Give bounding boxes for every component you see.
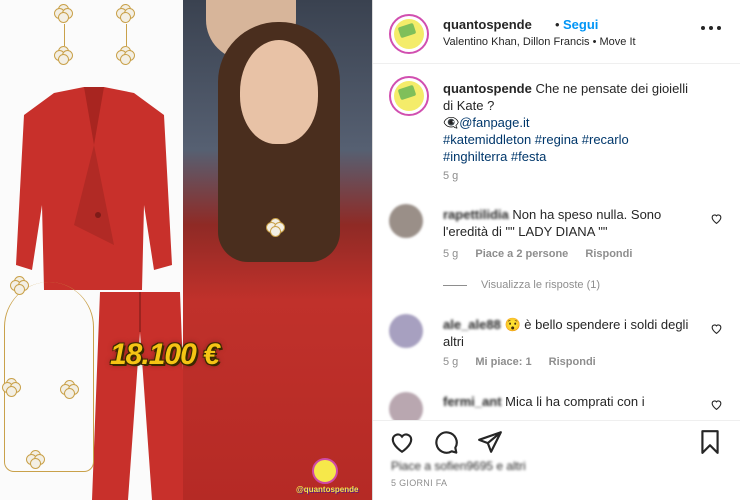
author-username[interactable]: quantospende bbox=[443, 17, 532, 32]
price-overlay: 18.100 € bbox=[110, 338, 220, 371]
face-shape bbox=[240, 40, 318, 144]
comment-likes[interactable]: Piace a 2 persone bbox=[475, 248, 568, 260]
watermark-logo bbox=[312, 458, 338, 484]
comment-likes[interactable]: Mi piace: 1 bbox=[475, 356, 531, 368]
commenter-username[interactable]: rapettilidia bbox=[443, 207, 509, 222]
reply-button[interactable]: Rispondi bbox=[585, 248, 632, 260]
comment-body: Mica li ha comprati con i bbox=[505, 394, 645, 409]
bookmark-icon[interactable] bbox=[697, 429, 723, 455]
source-icon: 👁️‍🗨️ bbox=[443, 115, 460, 130]
comment-meta: 5 g Mi piace: 1 Rispondi bbox=[443, 356, 596, 368]
necklace-image bbox=[4, 282, 94, 472]
post-actions: Piace a sofien9695 e altri 5 GIORNI FA bbox=[373, 420, 740, 500]
caption-text: quantospende Che ne pensate dei gioielli… bbox=[443, 80, 688, 165]
commenter-avatar[interactable] bbox=[389, 204, 423, 238]
caption-time: 5 g bbox=[443, 170, 459, 182]
earring-left-image bbox=[50, 2, 78, 76]
necklace-clover-right bbox=[60, 380, 80, 400]
post-side-panel: quantospende • Segui Valentino Khan, Dil… bbox=[372, 0, 740, 500]
source-link[interactable]: @fanpage.it bbox=[459, 115, 529, 130]
post-media[interactable]: 18.100 € @quantospende bbox=[0, 0, 372, 500]
follow-button[interactable]: Segui bbox=[563, 17, 598, 32]
audio-track[interactable]: Valentino Khan, Dillon Francis • Move It bbox=[443, 36, 636, 48]
hashtags-line-1[interactable]: #katemiddleton #regina #recarlo bbox=[443, 132, 629, 147]
necklace-clover-top bbox=[10, 276, 30, 296]
hashtags-line-2[interactable]: #inghilterra #festa bbox=[443, 149, 546, 164]
header-separator: • bbox=[555, 17, 560, 32]
caption-username[interactable]: quantospende bbox=[443, 81, 532, 96]
necklace-clover-bottom bbox=[26, 450, 46, 470]
watermark: @quantospende bbox=[296, 458, 359, 498]
comment-meta: 5 g Piace a 2 persone Rispondi bbox=[443, 248, 632, 260]
comment-emoji: 😯 bbox=[504, 317, 521, 332]
post-header: quantospende • Segui Valentino Khan, Dil… bbox=[373, 0, 740, 64]
comment-time: 5 g bbox=[443, 356, 459, 368]
comment-time: 5 g bbox=[443, 248, 459, 260]
heart-icon[interactable] bbox=[389, 429, 415, 455]
comment-text: fermi_ant Mica li ha comprati con i bbox=[443, 393, 693, 410]
comment-text: ale_ale88 😯 è bello spendere i soldi deg… bbox=[443, 316, 693, 350]
commenter-username[interactable]: fermi_ant bbox=[443, 394, 502, 409]
red-jacket-image bbox=[16, 87, 172, 290]
more-options-icon[interactable] bbox=[701, 26, 723, 32]
commenter-avatar[interactable] bbox=[389, 314, 423, 348]
view-replies-label: Visualizza le risposte (1) bbox=[481, 279, 601, 291]
comment-text: rapettilidia Non ha speso nulla. Sono l'… bbox=[443, 206, 693, 240]
necklace-clover-mid bbox=[2, 378, 22, 398]
author-avatar[interactable] bbox=[389, 14, 429, 54]
replies-divider bbox=[443, 284, 467, 286]
pendant-image bbox=[266, 218, 286, 238]
view-replies-button[interactable]: Visualizza le risposte (1) bbox=[443, 279, 600, 291]
earring-right-image bbox=[112, 2, 140, 76]
watermark-label: @quantospende bbox=[296, 485, 359, 494]
caption-avatar[interactable] bbox=[389, 76, 429, 116]
comment-icon[interactable] bbox=[433, 429, 459, 455]
share-icon[interactable] bbox=[477, 429, 503, 455]
reply-button[interactable]: Rispondi bbox=[549, 356, 596, 368]
heart-icon[interactable] bbox=[710, 212, 723, 225]
likes-summary[interactable]: Piace a sofien9695 e altri bbox=[391, 459, 526, 473]
commenter-username[interactable]: ale_ale88 bbox=[443, 317, 501, 332]
heart-icon[interactable] bbox=[710, 398, 723, 411]
heart-icon[interactable] bbox=[710, 322, 723, 335]
post-date: 5 GIORNI FA bbox=[391, 478, 448, 488]
product-collage bbox=[0, 0, 188, 500]
